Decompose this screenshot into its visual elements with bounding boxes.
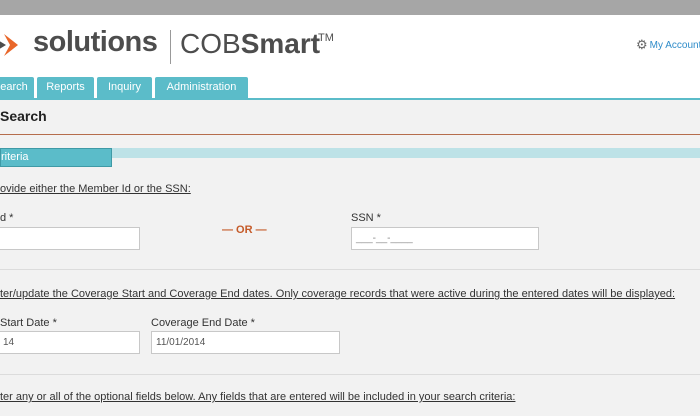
or-separator: — OR —: [222, 224, 267, 236]
tab-reports[interactable]: Reports: [37, 77, 94, 98]
page-title: Search: [0, 108, 47, 124]
logo-solutions-text: solutions: [33, 26, 158, 58]
coverage-end-label: Coverage End Date *: [151, 317, 255, 329]
criteria-section-tab[interactable]: riteria: [0, 148, 112, 167]
tab-inquiry[interactable]: Inquiry: [97, 77, 152, 98]
member-id-or-ssn-note: ovide either the Member Id or the SSN:: [0, 183, 191, 195]
coverage-start-label: Start Date *: [0, 317, 57, 329]
logo-trademark: TM: [318, 32, 334, 44]
main-nav: earch Reports Inquiry Administration: [0, 77, 700, 100]
logo-smart: Smart: [240, 28, 321, 59]
my-account-link[interactable]: ⚙ My Account: [636, 37, 700, 53]
coverage-start-date-input[interactable]: 14: [0, 331, 140, 354]
gear-icon: ⚙: [636, 37, 648, 52]
logo-cob: COB: [180, 28, 241, 59]
tab-search[interactable]: earch: [0, 77, 34, 98]
coverage-end-date-input[interactable]: 11/01/2014: [151, 331, 340, 354]
title-divider: [0, 134, 700, 135]
ssn-label: SSN *: [351, 212, 381, 224]
tab-administration[interactable]: Administration: [155, 77, 248, 98]
section-separator: [0, 374, 700, 375]
coverage-dates-note: ter/update the Coverage Start and Covera…: [0, 288, 676, 300]
member-id-input[interactable]: [0, 227, 140, 250]
logo-divider: [170, 30, 171, 64]
section-separator: [0, 269, 700, 270]
logo-mark-icon: [0, 34, 18, 56]
optional-fields-note: ter any or all of the optional fields be…: [0, 391, 516, 403]
member-id-label: d *: [0, 212, 14, 224]
ssn-input[interactable]: ___-__-____: [351, 227, 539, 250]
window-top-bar: [0, 0, 700, 15]
my-account-label: My Account: [649, 40, 700, 51]
logo-cobsmart-text: COBSmart: [180, 28, 320, 60]
